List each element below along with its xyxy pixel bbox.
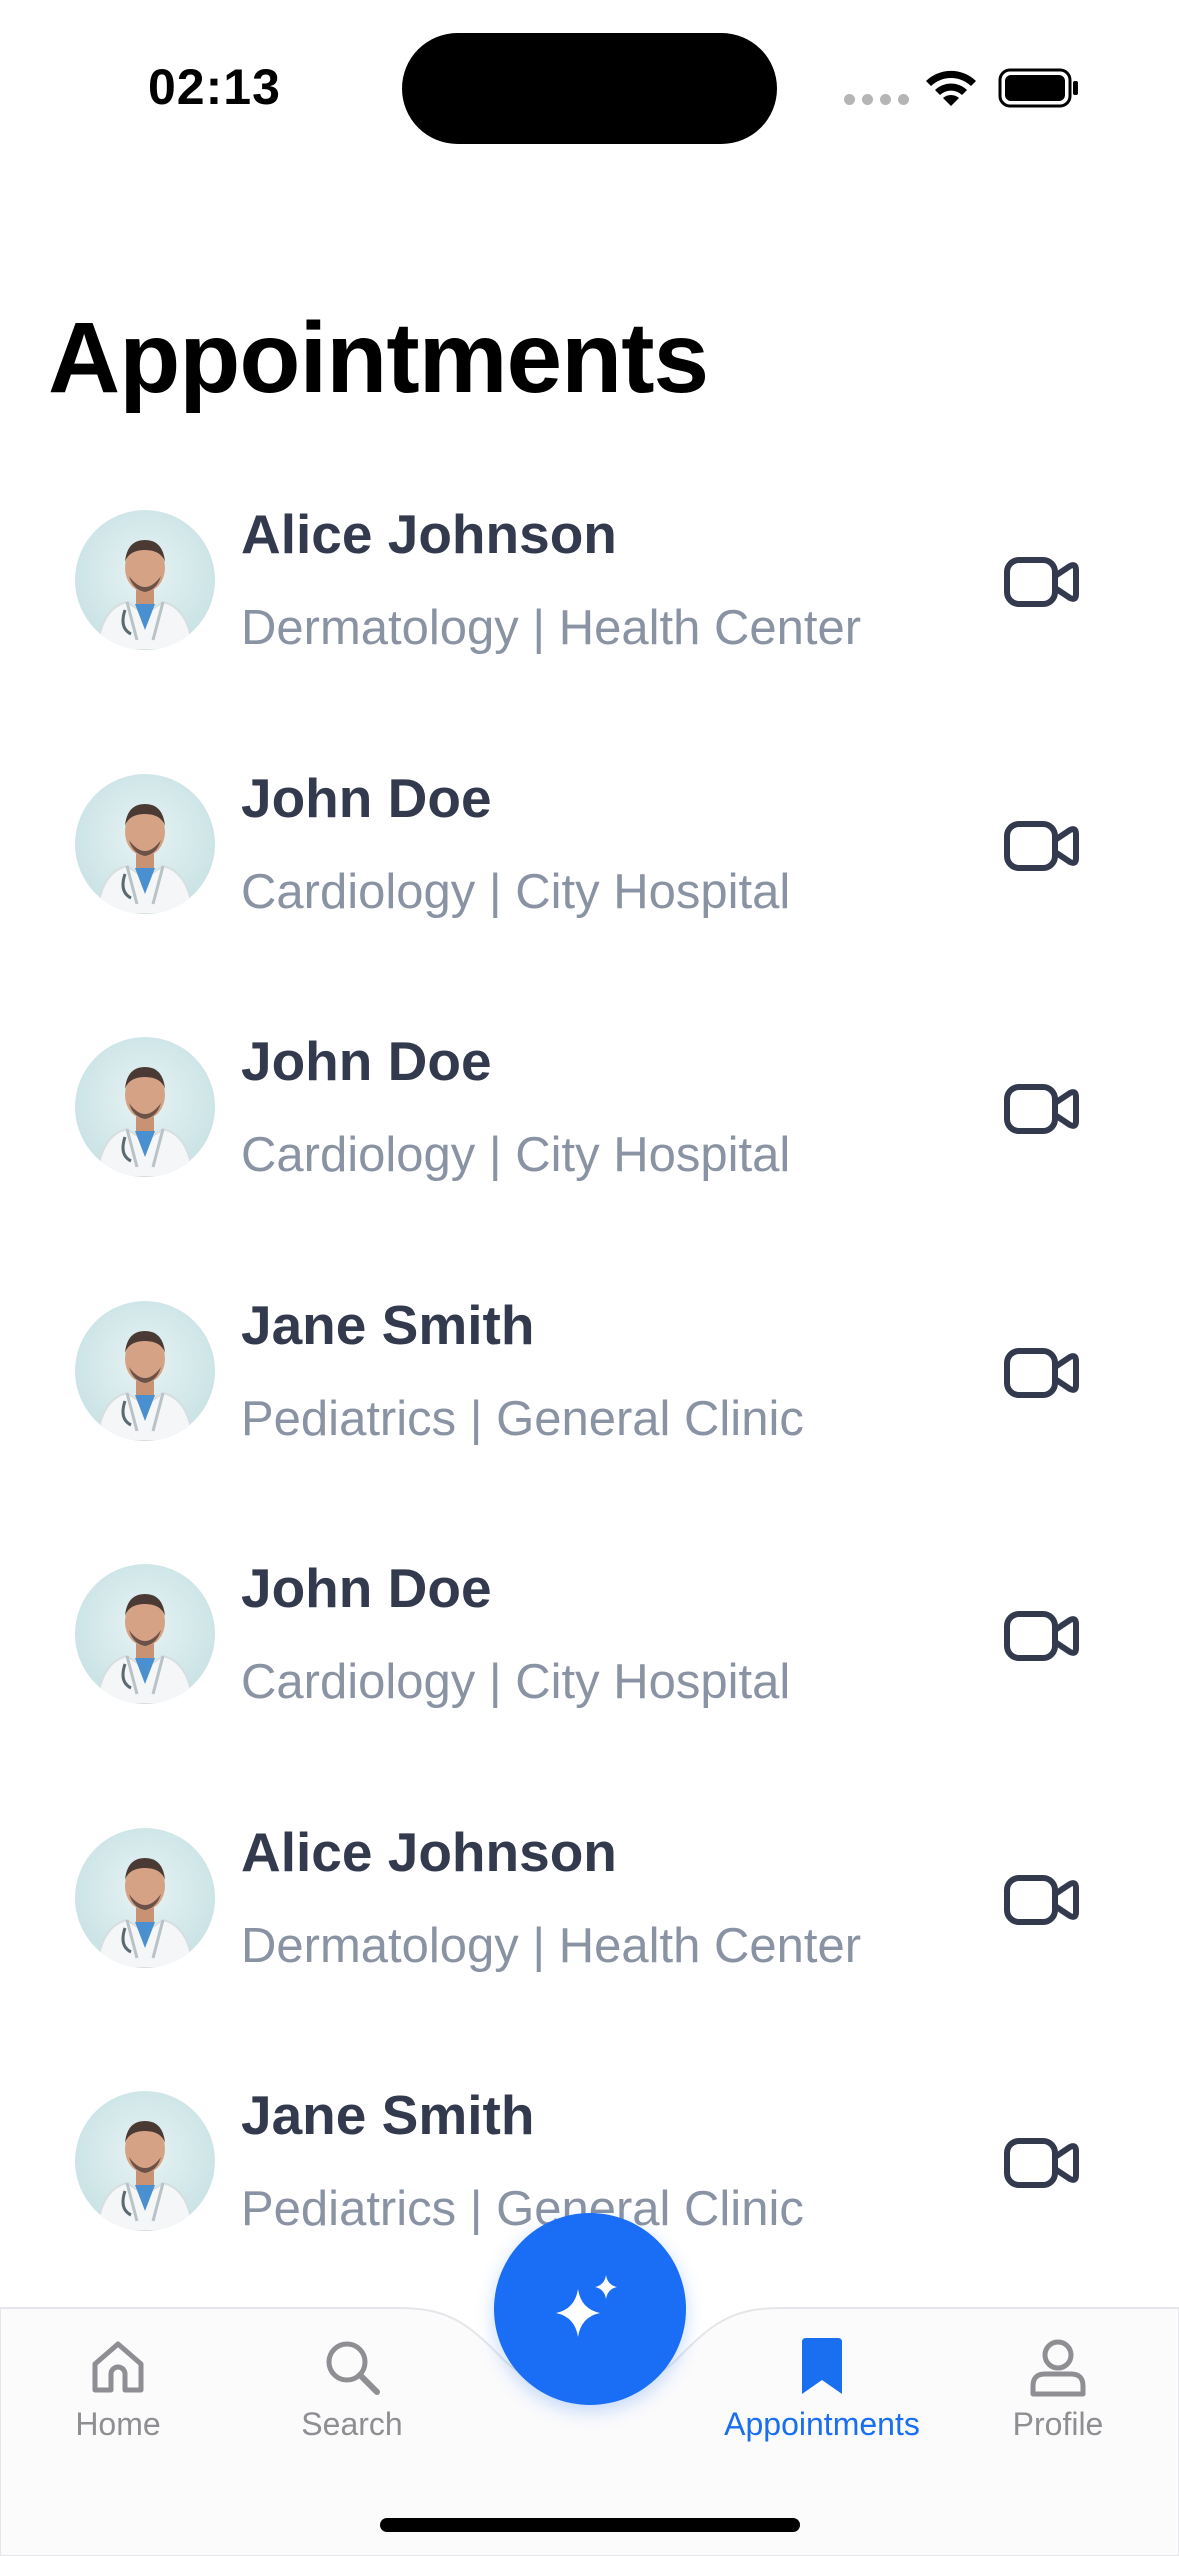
profile-icon xyxy=(1030,2339,1086,2397)
tab-home[interactable]: Home xyxy=(18,2322,218,2462)
appointment-row[interactable]: John Doe Cardiology | City Hospital xyxy=(0,1009,1179,1273)
doctor-specialty-location: Pediatrics | General Clinic xyxy=(241,1391,804,1446)
video-call-icon xyxy=(1004,1874,1079,1925)
doctor-name: Jane Smith xyxy=(241,2084,535,2146)
screen: 02:13 Appointments Alice Johnson Dermatol… xyxy=(0,0,1179,2556)
tab-home-label: Home xyxy=(75,2406,161,2442)
doctor-avatar xyxy=(75,773,215,914)
doctor-avatar xyxy=(75,1827,215,1968)
video-call-button[interactable] xyxy=(1002,2133,1082,2193)
doctor-specialty-location: Dermatology | Health Center xyxy=(241,601,862,655)
video-call-button[interactable] xyxy=(1002,1870,1082,1930)
battery-icon xyxy=(998,68,1080,113)
doctor-avatar xyxy=(75,510,215,650)
doctor-name: John Doe xyxy=(241,766,492,829)
tab-appointments[interactable]: Appointments xyxy=(722,2322,922,2462)
video-call-button[interactable] xyxy=(1002,552,1082,612)
appointment-row[interactable]: John Doe Cardiology | City Hospital xyxy=(0,1536,1179,1800)
video-call-icon xyxy=(1004,820,1079,871)
doctor-name: John Doe xyxy=(241,1030,492,1092)
doctor-name: Jane Smith xyxy=(241,1293,535,1356)
appointment-row[interactable]: Jane Smith Pediatrics | General Clinic xyxy=(0,1273,1179,1537)
tab-appointments-label: Appointments xyxy=(724,2406,920,2442)
video-call-button[interactable] xyxy=(1002,1343,1082,1403)
doctor-avatar xyxy=(75,1037,215,1177)
doctor-name: Alice Johnson xyxy=(241,1820,617,1883)
appointment-row[interactable]: Alice Johnson Dermatology | Health Center xyxy=(0,1800,1179,2064)
video-call-button[interactable] xyxy=(1002,1079,1082,1139)
appointment-row[interactable]: Alice Johnson Dermatology | Health Center xyxy=(0,482,1179,746)
dynamic-island xyxy=(402,33,777,144)
sparkles-icon xyxy=(556,2275,617,2337)
doctor-specialty-location: Cardiology | City Hospital xyxy=(241,864,791,919)
video-call-icon xyxy=(1004,1611,1079,1661)
tab-profile-label: Profile xyxy=(1012,2406,1104,2442)
video-call-icon xyxy=(1004,1347,1079,1398)
bookmark-icon xyxy=(802,2338,842,2394)
doctor-name: Alice Johnson xyxy=(241,503,617,565)
status-time: 02:13 xyxy=(148,59,281,115)
cellular-signal-icon xyxy=(844,94,909,105)
video-call-button[interactable] xyxy=(1002,816,1082,876)
video-call-icon xyxy=(1004,557,1079,607)
home-icon xyxy=(92,2341,144,2393)
page-title: Appointments xyxy=(48,302,709,414)
doctor-specialty-location: Cardiology | City Hospital xyxy=(241,1655,791,1709)
video-call-icon xyxy=(1004,1084,1079,1134)
ai-assistant-button[interactable] xyxy=(494,2213,686,2405)
doctor-avatar xyxy=(75,2091,215,2231)
doctor-avatar xyxy=(75,1300,215,1441)
doctor-avatar xyxy=(75,1564,215,1704)
doctor-specialty-location: Dermatology | Health Center xyxy=(241,1918,862,1973)
tab-profile[interactable]: Profile xyxy=(958,2322,1158,2462)
search-icon xyxy=(326,2341,380,2395)
doctor-specialty-location: Cardiology | City Hospital xyxy=(241,1128,791,1182)
appointment-row[interactable]: John Doe Cardiology | City Hospital xyxy=(0,746,1179,1010)
doctor-specialty-location: Pediatrics | General Clinic xyxy=(241,2182,804,2236)
tab-search[interactable]: Search xyxy=(252,2322,452,2462)
tab-search-label: Search xyxy=(301,2406,403,2442)
video-call-button[interactable] xyxy=(1002,1606,1082,1666)
video-call-icon xyxy=(1004,2138,1079,2188)
home-indicator xyxy=(380,2518,800,2532)
doctor-name: John Doe xyxy=(241,1557,492,1619)
wifi-icon xyxy=(922,66,980,115)
